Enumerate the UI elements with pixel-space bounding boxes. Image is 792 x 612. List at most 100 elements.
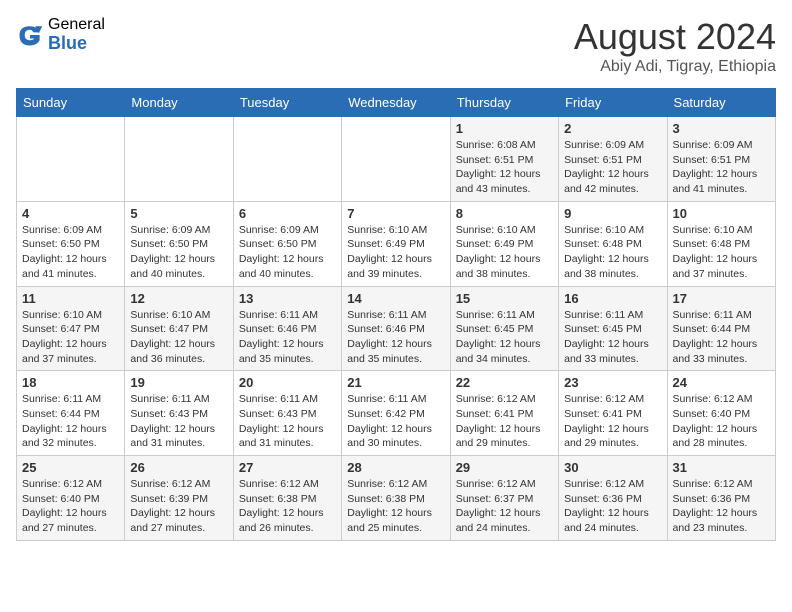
day-cell: 14 Sunrise: 6:11 AM Sunset: 6:46 PM Dayli… [342,286,450,371]
day-info: Sunrise: 6:11 AM Sunset: 6:44 PM Dayligh… [22,392,119,451]
day-cell: 17 Sunrise: 6:11 AM Sunset: 6:44 PM Dayli… [667,286,775,371]
day-cell: 5 Sunrise: 6:09 AM Sunset: 6:50 PM Daylig… [125,201,233,286]
day-number: 10 [673,206,770,221]
day-number: 23 [564,375,661,390]
day-number: 5 [130,206,227,221]
day-info: Sunrise: 6:12 AM Sunset: 6:38 PM Dayligh… [239,477,336,536]
day-info: Sunrise: 6:11 AM Sunset: 6:45 PM Dayligh… [564,308,661,367]
day-number: 27 [239,460,336,475]
day-info: Sunrise: 6:11 AM Sunset: 6:42 PM Dayligh… [347,392,444,451]
day-cell: 30 Sunrise: 6:12 AM Sunset: 6:36 PM Dayli… [559,456,667,541]
weekday-header-tuesday: Tuesday [233,89,341,117]
day-cell: 8Sunrise: 6:10 AM Sunset: 6:49 PM Daylig… [450,201,558,286]
week-row-4: 18 Sunrise: 6:11 AM Sunset: 6:44 PM Dayli… [17,371,776,456]
day-info: Sunrise: 6:12 AM Sunset: 6:36 PM Dayligh… [564,477,661,536]
calendar-table: SundayMondayTuesdayWednesdayThursdayFrid… [16,88,776,541]
day-cell: 26Sunrise: 6:12 AM Sunset: 6:39 PM Dayli… [125,456,233,541]
weekday-header-wednesday: Wednesday [342,89,450,117]
day-info: Sunrise: 6:11 AM Sunset: 6:43 PM Dayligh… [130,392,227,451]
logo-blue: Blue [48,34,105,54]
day-number: 24 [673,375,770,390]
day-cell: 12 Sunrise: 6:10 AM Sunset: 6:47 PM Dayli… [125,286,233,371]
day-cell [125,117,233,202]
day-info: Sunrise: 6:10 AM Sunset: 6:49 PM Dayligh… [347,223,444,282]
day-cell: 19Sunrise: 6:11 AM Sunset: 6:43 PM Dayli… [125,371,233,456]
day-info: Sunrise: 6:12 AM Sunset: 6:37 PM Dayligh… [456,477,553,536]
day-cell: 10 Sunrise: 6:10 AM Sunset: 6:48 PM Dayli… [667,201,775,286]
day-info: Sunrise: 6:09 AM Sunset: 6:50 PM Dayligh… [239,223,336,282]
day-info: Sunrise: 6:12 AM Sunset: 6:36 PM Dayligh… [673,477,770,536]
day-info: Sunrise: 6:11 AM Sunset: 6:46 PM Dayligh… [239,308,336,367]
day-cell: 21Sunrise: 6:11 AM Sunset: 6:42 PM Dayli… [342,371,450,456]
day-number: 4 [22,206,119,221]
day-info: Sunrise: 6:09 AM Sunset: 6:50 PM Dayligh… [22,223,119,282]
day-cell: 31Sunrise: 6:12 AM Sunset: 6:36 PM Dayli… [667,456,775,541]
day-number: 20 [239,375,336,390]
week-row-5: 25Sunrise: 6:12 AM Sunset: 6:40 PM Dayli… [17,456,776,541]
day-info: Sunrise: 6:09 AM Sunset: 6:51 PM Dayligh… [673,138,770,197]
day-info: Sunrise: 6:10 AM Sunset: 6:48 PM Dayligh… [564,223,661,282]
header: General Blue August 2024 Abiy Adi, Tigra… [16,16,776,76]
day-cell: 7 Sunrise: 6:10 AM Sunset: 6:49 PM Daylig… [342,201,450,286]
day-number: 14 [347,291,444,306]
day-number: 1 [456,121,553,136]
day-number: 2 [564,121,661,136]
day-cell: 13 Sunrise: 6:11 AM Sunset: 6:46 PM Dayli… [233,286,341,371]
day-cell: 15 Sunrise: 6:11 AM Sunset: 6:45 PM Dayli… [450,286,558,371]
day-info: Sunrise: 6:12 AM Sunset: 6:39 PM Dayligh… [130,477,227,536]
week-row-3: 11 Sunrise: 6:10 AM Sunset: 6:47 PM Dayli… [17,286,776,371]
weekday-header-monday: Monday [125,89,233,117]
day-cell: 18 Sunrise: 6:11 AM Sunset: 6:44 PM Dayli… [17,371,125,456]
day-cell: 16 Sunrise: 6:11 AM Sunset: 6:45 PM Dayli… [559,286,667,371]
logo-text: General Blue [48,16,105,53]
day-info: Sunrise: 6:12 AM Sunset: 6:40 PM Dayligh… [22,477,119,536]
day-number: 15 [456,291,553,306]
day-info: Sunrise: 6:10 AM Sunset: 6:48 PM Dayligh… [673,223,770,282]
day-cell: 3 Sunrise: 6:09 AM Sunset: 6:51 PM Daylig… [667,117,775,202]
day-cell: 4 Sunrise: 6:09 AM Sunset: 6:50 PM Daylig… [17,201,125,286]
day-info: Sunrise: 6:11 AM Sunset: 6:45 PM Dayligh… [456,308,553,367]
day-info: Sunrise: 6:10 AM Sunset: 6:47 PM Dayligh… [130,308,227,367]
day-cell: 28Sunrise: 6:12 AM Sunset: 6:38 PM Dayli… [342,456,450,541]
day-cell: 1Sunrise: 6:08 AM Sunset: 6:51 PM Daylig… [450,117,558,202]
day-number: 28 [347,460,444,475]
day-cell: 9 Sunrise: 6:10 AM Sunset: 6:48 PM Daylig… [559,201,667,286]
day-number: 12 [130,291,227,306]
day-info: Sunrise: 6:09 AM Sunset: 6:51 PM Dayligh… [564,138,661,197]
day-number: 13 [239,291,336,306]
day-cell [342,117,450,202]
week-row-1: 1Sunrise: 6:08 AM Sunset: 6:51 PM Daylig… [17,117,776,202]
day-cell: 6Sunrise: 6:09 AM Sunset: 6:50 PM Daylig… [233,201,341,286]
weekday-header-row: SundayMondayTuesdayWednesdayThursdayFrid… [17,89,776,117]
day-info: Sunrise: 6:11 AM Sunset: 6:46 PM Dayligh… [347,308,444,367]
day-number: 7 [347,206,444,221]
week-row-2: 4 Sunrise: 6:09 AM Sunset: 6:50 PM Daylig… [17,201,776,286]
weekday-header-thursday: Thursday [450,89,558,117]
weekday-header-sunday: Sunday [17,89,125,117]
weekday-header-saturday: Saturday [667,89,775,117]
day-cell: 29 Sunrise: 6:12 AM Sunset: 6:37 PM Dayli… [450,456,558,541]
day-number: 30 [564,460,661,475]
month-title: August 2024 [574,16,776,58]
weekday-header-friday: Friday [559,89,667,117]
day-cell: 11Sunrise: 6:10 AM Sunset: 6:47 PM Dayli… [17,286,125,371]
day-info: Sunrise: 6:12 AM Sunset: 6:41 PM Dayligh… [564,392,661,451]
day-cell: 24 Sunrise: 6:12 AM Sunset: 6:40 PM Dayli… [667,371,775,456]
day-info: Sunrise: 6:12 AM Sunset: 6:40 PM Dayligh… [673,392,770,451]
day-info: Sunrise: 6:11 AM Sunset: 6:44 PM Dayligh… [673,308,770,367]
day-number: 22 [456,375,553,390]
day-info: Sunrise: 6:09 AM Sunset: 6:50 PM Dayligh… [130,223,227,282]
day-number: 17 [673,291,770,306]
title-area: August 2024 Abiy Adi, Tigray, Ethiopia [574,16,776,76]
day-number: 29 [456,460,553,475]
day-info: Sunrise: 6:11 AM Sunset: 6:43 PM Dayligh… [239,392,336,451]
day-number: 11 [22,291,119,306]
day-info: Sunrise: 6:10 AM Sunset: 6:49 PM Dayligh… [456,223,553,282]
day-number: 18 [22,375,119,390]
day-number: 9 [564,206,661,221]
day-cell: 25Sunrise: 6:12 AM Sunset: 6:40 PM Dayli… [17,456,125,541]
day-number: 3 [673,121,770,136]
logo-icon [16,21,44,49]
day-cell: 27 Sunrise: 6:12 AM Sunset: 6:38 PM Dayli… [233,456,341,541]
day-number: 16 [564,291,661,306]
